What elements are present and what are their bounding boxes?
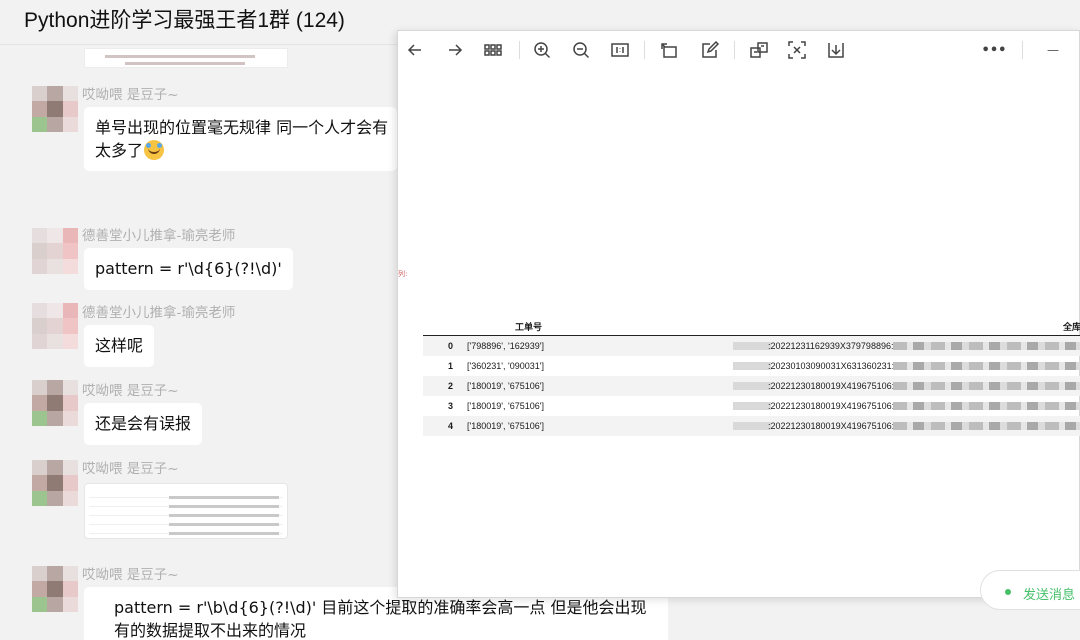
- avatar[interactable]: [32, 228, 78, 274]
- message-text: 单号出现的位置毫无规律 同一个人才会有: [95, 118, 389, 137]
- blurred-text: [733, 362, 771, 370]
- blurred-text: [893, 342, 1080, 350]
- message-bubble[interactable]: 还是会有误报: [84, 403, 203, 445]
- toolbar-divider: [1022, 41, 1023, 59]
- chat-title: Python进阶学习最强王者1群 (124): [24, 9, 345, 32]
- column-header: 全库: [1063, 322, 1080, 332]
- row-index: 1: [447, 361, 453, 371]
- sender-name: 哎呦喂 是豆子~: [82, 461, 179, 477]
- image-thumbnail[interactable]: [84, 483, 288, 539]
- toolbar-divider: [734, 41, 735, 59]
- dataframe-table: 工单号 全库 0 ['798896', '162939'] :202212311…: [423, 316, 1080, 436]
- message-text: 还是会有误报: [95, 414, 192, 433]
- laughing-emoji-icon: [144, 140, 165, 160]
- row-index: 2: [447, 381, 453, 391]
- table-row: 0 ['798896', '162939'] :20221231162939X3…: [423, 336, 1080, 356]
- message-bubble[interactable]: 单号出现的位置毫无规律 同一个人才会有 太多了: [84, 107, 397, 171]
- blurred-text: [893, 382, 1080, 390]
- row-value: ['180019', '675106']: [467, 421, 544, 431]
- translate-icon[interactable]: [786, 39, 808, 61]
- row-code: :20221230180019X419675106:: [768, 381, 895, 391]
- zoom-in-icon[interactable]: [531, 39, 553, 61]
- toolbar-divider: [519, 41, 520, 59]
- sender-name: 哎呦喂 是豆子~: [82, 383, 179, 399]
- sender-name: 德善堂小儿推拿-瑜亮老师: [82, 228, 236, 244]
- edit-icon[interactable]: [699, 39, 721, 61]
- blurred-text: [733, 342, 771, 350]
- sender-name: 哎呦喂 是豆子~: [82, 87, 179, 103]
- avatar[interactable]: [32, 460, 78, 506]
- table-row: 1 ['360231', '090031'] :20230103090031X6…: [423, 356, 1080, 376]
- image-viewer-window: ••• — 列: 工单号 全库 0 ['798896', '162939'] :…: [397, 30, 1080, 598]
- more-icon[interactable]: •••: [982, 39, 1007, 61]
- back-icon[interactable]: [404, 39, 426, 61]
- row-value: ['180019', '675106']: [467, 381, 544, 391]
- row-index: 4: [447, 421, 453, 431]
- row-code: :20221230180019X419675106:: [768, 421, 895, 431]
- image-canvas: 列: 工单号 全库 0 ['798896', '162939'] :202212…: [398, 69, 1080, 599]
- table-header: 工单号 全库: [423, 316, 1080, 336]
- table-row: 3 ['180019', '675106'] :20221230180019X4…: [423, 396, 1080, 416]
- forward-icon[interactable]: [444, 39, 466, 61]
- avatar[interactable]: [32, 303, 78, 349]
- message-text: 太多了: [95, 141, 144, 160]
- row-index: 3: [447, 401, 453, 411]
- pill-label: 发送消息: [1023, 588, 1076, 603]
- message-bubble[interactable]: pattern = r'\d{6}(?!\d)': [84, 248, 293, 290]
- row-code: :20221231162939X379798896:: [768, 341, 894, 351]
- message-text: 这样呢: [95, 336, 144, 355]
- sender-name: 哎呦喂 是豆子~: [82, 567, 179, 583]
- blurred-text: [893, 362, 1080, 370]
- minimize-icon[interactable]: —: [1042, 39, 1064, 61]
- download-icon[interactable]: [825, 39, 847, 61]
- message-text: pattern = r'\b\d{6}(?!\d)' 目前这个提取的准确率会高一…: [114, 598, 647, 617]
- image-thumbnail-top[interactable]: [84, 48, 288, 68]
- message-text: pattern = r'\d{6}(?!\d)': [95, 259, 282, 278]
- grid-icon[interactable]: [482, 39, 504, 61]
- row-code: :20230103090031X631360231:: [768, 361, 895, 371]
- side-mark: 列:: [398, 270, 408, 278]
- viewer-toolbar: ••• —: [398, 31, 1080, 69]
- blurred-text: [893, 422, 1080, 430]
- blurred-text: [733, 382, 771, 390]
- actual-size-icon[interactable]: [609, 39, 631, 61]
- table-row: 2 ['180019', '675106'] :20221230180019X4…: [423, 376, 1080, 396]
- blurred-text: [893, 402, 1080, 410]
- zoom-out-icon[interactable]: [570, 39, 592, 61]
- toolbar-divider: [644, 41, 645, 59]
- row-index: 0: [447, 341, 453, 351]
- row-code: :20221230180019X419675106:: [768, 401, 895, 411]
- message-bubble[interactable]: 这样呢: [84, 325, 155, 367]
- column-header: 工单号: [515, 322, 543, 332]
- row-value: ['798896', '162939']: [467, 341, 544, 351]
- row-value: ['360231', '090031']: [467, 361, 544, 371]
- send-message-pill[interactable]: 发送消息: [980, 570, 1080, 610]
- table-row: 4 ['180019', '675106'] :20221230180019X4…: [423, 416, 1080, 436]
- rotate-icon[interactable]: [658, 39, 680, 61]
- blurred-text: [733, 422, 771, 430]
- blurred-text: [733, 402, 771, 410]
- ocr-icon[interactable]: [748, 39, 770, 61]
- avatar[interactable]: [32, 566, 78, 612]
- message-text: 有的数据提取不出来的情况: [114, 621, 307, 640]
- avatar[interactable]: [32, 86, 78, 132]
- avatar[interactable]: [32, 380, 78, 426]
- sender-name: 德善堂小儿推拿-瑜亮老师: [82, 305, 236, 321]
- row-value: ['180019', '675106']: [467, 401, 544, 411]
